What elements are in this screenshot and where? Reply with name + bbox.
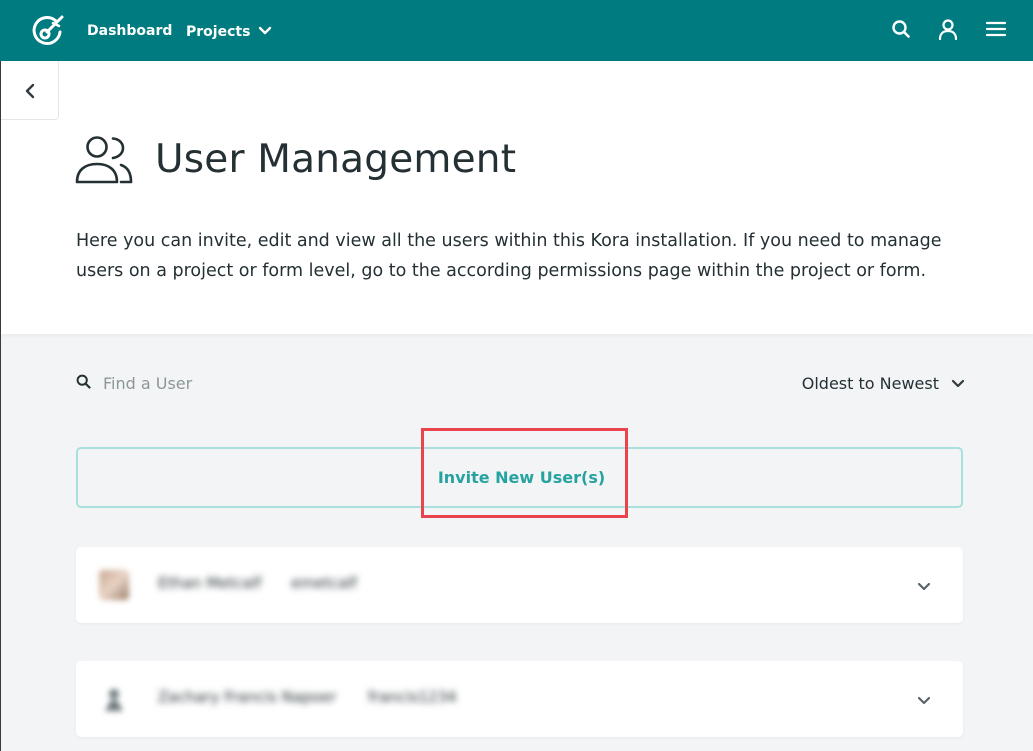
user-search xyxy=(76,374,303,393)
user-username: francis1234 xyxy=(368,688,457,706)
chevron-left-icon xyxy=(25,83,35,99)
page-header xyxy=(1,61,1033,334)
user-full-name: Ethan Metcalf xyxy=(158,574,262,592)
chevron-down-icon[interactable] xyxy=(917,577,931,596)
nav-dashboard-link[interactable]: Dashboard xyxy=(87,22,172,40)
nav-projects-dropdown[interactable]: Projects xyxy=(186,23,272,41)
sort-selected-label: Oldest to Newest xyxy=(801,374,939,393)
user-card[interactable]: Zachary Francis Napoer francis1234 xyxy=(76,661,963,737)
chevron-down-icon xyxy=(951,374,965,393)
page-description: Here you can invite, edit and view all t… xyxy=(76,231,942,281)
sidebar-toggle-button[interactable] xyxy=(1,61,59,120)
generic-user-icon xyxy=(99,684,129,714)
invite-new-users-label: Invite New User(s) xyxy=(437,468,606,487)
chevron-down-icon xyxy=(258,23,272,41)
nav-projects-label: Projects xyxy=(186,24,251,40)
page-title: User Management xyxy=(155,137,517,182)
users-icon xyxy=(75,134,133,184)
user-card[interactable]: Ethan Metcalf emetcalf xyxy=(76,547,963,623)
user-icon[interactable] xyxy=(936,17,960,41)
search-icon[interactable] xyxy=(889,17,913,41)
invite-new-users-button[interactable]: Invite New User(s) xyxy=(76,447,963,508)
user-full-name: Zachary Francis Napoer xyxy=(158,688,337,706)
avatar xyxy=(99,570,129,600)
search-input[interactable] xyxy=(103,374,303,393)
chevron-down-icon[interactable] xyxy=(917,691,931,710)
top-navbar: Dashboard Projects xyxy=(0,0,1033,61)
user-username: emetcalf xyxy=(291,574,357,592)
hamburger-menu-icon[interactable] xyxy=(984,17,1008,41)
sort-dropdown[interactable]: Oldest to Newest xyxy=(802,374,965,393)
kora-logo-icon[interactable] xyxy=(28,12,66,50)
search-icon xyxy=(76,374,91,393)
